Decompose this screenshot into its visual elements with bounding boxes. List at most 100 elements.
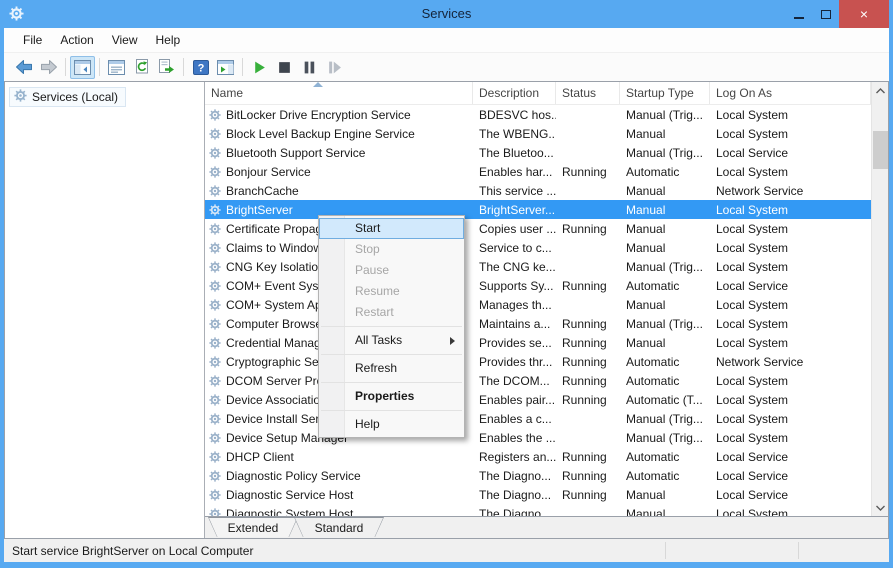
service-row-diagnostic-system-host[interactable]: Diagnostic System HostThe Diagno...Manua… xyxy=(205,504,871,516)
service-gear-icon xyxy=(209,318,221,330)
service-row-cryptographic-services[interactable]: Cryptographic ServicesProvides thr...Run… xyxy=(205,352,871,371)
column-header-startup_type[interactable]: Startup Type xyxy=(620,82,710,104)
service-name: DHCP Client xyxy=(226,450,294,464)
context-menu-item-all-tasks[interactable]: All Tasks xyxy=(319,330,464,351)
service-row-device-install-service[interactable]: Device Install ServiceEnables a c...Manu… xyxy=(205,409,871,428)
close-button[interactable]: × xyxy=(839,0,889,28)
start-service-button[interactable] xyxy=(247,56,272,79)
column-header-description[interactable]: Description xyxy=(473,82,556,104)
service-row-dcom-server-process-launcher[interactable]: DCOM Server Process LauncherThe DCOM...R… xyxy=(205,371,871,390)
service-gear-icon xyxy=(209,337,221,349)
tab-extended[interactable]: Extended xyxy=(208,517,298,537)
cell-startup_type: Manual (Trig... xyxy=(620,412,710,426)
context-menu-item-stop: Stop xyxy=(319,239,464,260)
export-list-button[interactable] xyxy=(154,56,179,79)
cell-startup_type: Manual xyxy=(620,336,710,350)
service-name: Diagnostic Policy Service xyxy=(226,469,361,483)
menu-help[interactable]: Help xyxy=(147,29,190,51)
cell-description: Supports Sy... xyxy=(473,279,556,293)
vertical-scrollbar[interactable] xyxy=(871,82,888,516)
service-row-block-level-backup-engine-service[interactable]: Block Level Backup Engine ServiceThe WBE… xyxy=(205,124,871,143)
column-header-log_on_as[interactable]: Log On As xyxy=(710,82,871,104)
column-header-name[interactable]: Name xyxy=(205,82,473,104)
refresh-button[interactable] xyxy=(129,56,154,79)
cell-description: Service to c... xyxy=(473,241,556,255)
service-row-com-event-system[interactable]: COM+ Event SystemSupports Sy...RunningAu… xyxy=(205,276,871,295)
scrollbar-thumb[interactable] xyxy=(873,131,888,169)
service-row-diagnostic-service-host[interactable]: Diagnostic Service HostThe Diagno...Runn… xyxy=(205,485,871,504)
service-row-certificate-propagation[interactable]: Certificate PropagationCopies user ...Ru… xyxy=(205,219,871,238)
cell-description: Copies user ... xyxy=(473,222,556,236)
column-header-status[interactable]: Status xyxy=(556,82,620,104)
minimize-button[interactable] xyxy=(785,0,812,28)
context-menu-item-refresh[interactable]: Refresh xyxy=(319,358,464,379)
cell-log_on_as: Local System xyxy=(710,165,871,179)
forward-button[interactable] xyxy=(36,56,61,79)
show-console-tree-button[interactable] xyxy=(70,56,95,79)
service-row-diagnostic-policy-service[interactable]: Diagnostic Policy ServiceThe Diagno...Ru… xyxy=(205,466,871,485)
cell-startup_type: Manual xyxy=(620,298,710,312)
service-gear-icon xyxy=(209,413,221,425)
cell-description: Maintains a... xyxy=(473,317,556,331)
scroll-up-button[interactable] xyxy=(872,82,888,99)
service-gear-icon xyxy=(209,204,221,216)
service-row-com-system-application[interactable]: COM+ System ApplicationManages th...Manu… xyxy=(205,295,871,314)
context-menu-item-help[interactable]: Help xyxy=(319,414,464,435)
cell-startup_type: Automatic xyxy=(620,355,710,369)
service-row-branchcache[interactable]: BranchCacheThis service ...ManualNetwork… xyxy=(205,181,871,200)
help-button[interactable]: ? xyxy=(188,56,213,79)
show-action-pane-button[interactable] xyxy=(213,56,238,79)
service-row-bonjour-service[interactable]: Bonjour ServiceEnables har...RunningAuto… xyxy=(205,162,871,181)
menu-file[interactable]: File xyxy=(14,29,51,51)
cell-name: Block Level Backup Engine Service xyxy=(205,127,473,141)
tree-item-services-local[interactable]: Services (Local) xyxy=(9,87,126,107)
cell-description: BrightServer... xyxy=(473,203,556,217)
service-row-claims-to-windows-token-service[interactable]: Claims to Windows Token ServiceService t… xyxy=(205,238,871,257)
service-row-brightserver[interactable]: BrightServerBrightServer...ManualLocal S… xyxy=(205,200,871,219)
titlebar[interactable]: Services × xyxy=(0,0,893,28)
service-row-cng-key-isolation[interactable]: CNG Key IsolationThe CNG ke...Manual (Tr… xyxy=(205,257,871,276)
properties-button[interactable] xyxy=(104,56,129,79)
view-tab-strip: ExtendedStandard xyxy=(205,516,888,538)
pause-service-button[interactable] xyxy=(297,56,322,79)
service-gear-icon xyxy=(209,223,221,235)
service-row-bluetooth-support-service[interactable]: Bluetooth Support ServiceThe Bluetoo...M… xyxy=(205,143,871,162)
service-row-device-association-service[interactable]: Device Association ServiceEnables pair..… xyxy=(205,390,871,409)
service-row-credential-manager[interactable]: Credential ManagerProvides se...RunningM… xyxy=(205,333,871,352)
menu-view[interactable]: View xyxy=(103,29,147,51)
cell-name: Diagnostic Policy Service xyxy=(205,469,473,483)
service-name: CNG Key Isolation xyxy=(226,260,325,274)
cell-description: Enables pair... xyxy=(473,393,556,407)
play-icon xyxy=(252,60,267,75)
restart-icon xyxy=(327,60,342,75)
tab-standard[interactable]: Standard xyxy=(294,517,384,537)
service-row-computer-browser[interactable]: Computer BrowserMaintains a...RunningMan… xyxy=(205,314,871,333)
toolbar: ? xyxy=(4,53,889,81)
context-menu-item-start[interactable]: Start xyxy=(319,218,464,239)
context-menu-item-properties[interactable]: Properties xyxy=(319,386,464,407)
cell-name: Diagnostic System Host xyxy=(205,507,473,517)
cell-log_on_as: Local System xyxy=(710,127,871,141)
cell-startup_type: Automatic xyxy=(620,450,710,464)
stop-service-button[interactable] xyxy=(272,56,297,79)
service-gear-icon xyxy=(209,185,221,197)
service-row-dhcp-client[interactable]: DHCP ClientRegisters an...RunningAutomat… xyxy=(205,447,871,466)
cell-description: The Diagno... xyxy=(473,469,556,483)
toolbar-separator xyxy=(183,58,184,76)
list-rows: BitLocker Drive Encryption ServiceBDESVC… xyxy=(205,105,871,516)
service-row-device-setup-manager[interactable]: Device Setup ManagerEnables the ...Manua… xyxy=(205,428,871,447)
menu-action[interactable]: Action xyxy=(51,29,102,51)
back-button[interactable] xyxy=(11,56,36,79)
cell-description: BDESVC hos... xyxy=(473,108,556,122)
service-gear-icon xyxy=(209,109,221,121)
maximize-button[interactable] xyxy=(812,0,839,28)
cell-startup_type: Automatic xyxy=(620,469,710,483)
cell-startup_type: Manual (Trig... xyxy=(620,260,710,274)
cell-log_on_as: Local System xyxy=(710,222,871,236)
statusbar-divider xyxy=(665,542,666,559)
service-gear-icon xyxy=(209,394,221,406)
restart-service-button[interactable] xyxy=(322,56,347,79)
service-row-bitlocker-drive-encryption-service[interactable]: BitLocker Drive Encryption ServiceBDESVC… xyxy=(205,105,871,124)
refresh-icon xyxy=(134,59,150,75)
scroll-down-button[interactable] xyxy=(872,499,888,516)
